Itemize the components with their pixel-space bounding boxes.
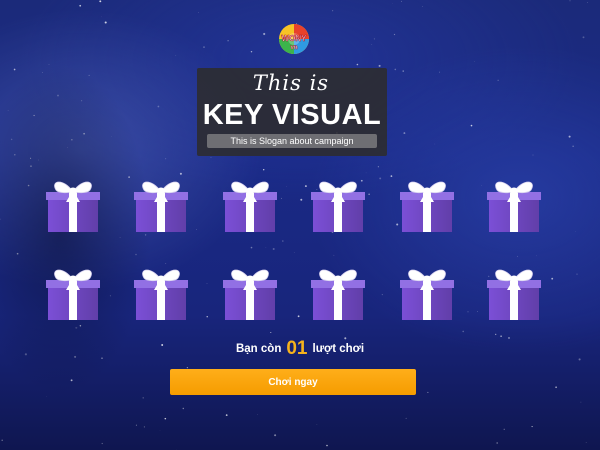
gift-box-2[interactable] [132, 174, 190, 234]
play-now-button[interactable]: Chơi ngay [170, 369, 416, 395]
gift-icon [134, 269, 188, 320]
gift-icon [46, 181, 100, 232]
gift-icon [134, 181, 188, 232]
gift-box-9[interactable] [221, 262, 279, 322]
gift-icon [487, 181, 541, 232]
key-visual-banner: This is KEY VISUAL This is Slogan about … [197, 68, 387, 156]
gift-icon [46, 269, 100, 320]
gift-icon [311, 269, 365, 320]
gift-icon [487, 269, 541, 320]
gift-icon [311, 181, 365, 232]
gift-box-10[interactable] [309, 262, 367, 322]
gift-box-12[interactable] [485, 262, 543, 322]
gift-box-4[interactable] [309, 174, 367, 234]
gift-box-1[interactable] [44, 174, 102, 234]
gift-icon [400, 269, 454, 320]
turns-suffix: lượt chơi [312, 343, 365, 355]
svg-text:vn: vn [290, 45, 297, 51]
gift-box-8[interactable] [132, 262, 190, 322]
gift-box-3[interactable] [221, 174, 279, 234]
campaign-slogan: This is Slogan about campaign [207, 134, 377, 148]
turns-remaining: Bạn còn 01 lượt chơi [0, 336, 600, 362]
gift-box-5[interactable] [398, 174, 456, 234]
gift-icon [223, 181, 277, 232]
gift-box-11[interactable] [398, 262, 456, 322]
key-visual-header: This is [252, 71, 330, 95]
key-visual-title: KEY VISUAL [202, 98, 382, 131]
turns-prefix: Bạn còn [235, 343, 282, 355]
gift-box-6[interactable] [485, 174, 543, 234]
turns-count: 01 [286, 338, 308, 359]
gift-icon [223, 269, 277, 320]
gift-icon [400, 181, 454, 232]
svg-text:WONY: WONY [282, 34, 308, 43]
brand-logo: WONY vn [275, 22, 313, 56]
gift-box-7[interactable] [44, 262, 102, 322]
